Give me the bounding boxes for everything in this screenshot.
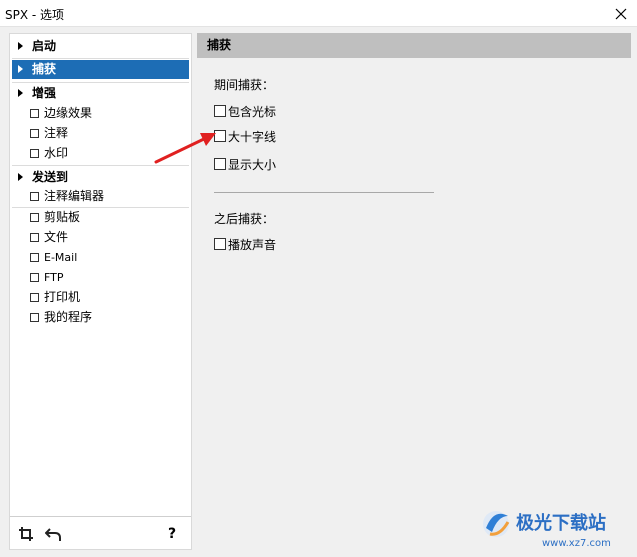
option-label: 显示大小: [228, 157, 277, 172]
window-title: SPX - 选项: [5, 8, 65, 22]
nav-item-annotation-editor[interactable]: 注释编辑器: [30, 187, 104, 206]
checkbox[interactable]: [214, 130, 226, 142]
option-crosshair[interactable]: 大十字线: [214, 127, 276, 145]
nav-item-label: 注释: [44, 126, 69, 140]
help-button[interactable]: ?: [162, 524, 182, 544]
checkbox-icon[interactable]: [30, 313, 39, 322]
panel-title: 捕获: [197, 33, 631, 58]
nav-header-capture[interactable]: 捕获: [12, 60, 189, 79]
nav-item-label: 边缘效果: [44, 106, 93, 120]
undo-button[interactable]: [44, 524, 64, 544]
checkbox-icon[interactable]: [30, 233, 39, 242]
nav-item-watermark[interactable]: 水印: [30, 144, 68, 163]
title-bar: SPX - 选项: [0, 0, 637, 27]
nav-item-my-program[interactable]: 我的程序: [30, 308, 92, 327]
nav-item-file[interactable]: 文件: [30, 228, 68, 247]
nav-header-label: 启动: [32, 39, 57, 53]
option-label: 大十字线: [228, 129, 277, 144]
nav-item-label: 打印机: [44, 290, 81, 304]
option-label: 播放声音: [228, 237, 277, 252]
nav-item-label: 我的程序: [44, 310, 93, 324]
undo-icon: [45, 528, 61, 541]
nav-item-border-effect[interactable]: 边缘效果: [30, 104, 92, 123]
divider: [12, 165, 189, 166]
checkbox-icon[interactable]: [30, 273, 39, 282]
nav-item-annotation[interactable]: 注释: [30, 124, 68, 143]
sidebar-footer-divider: [10, 516, 191, 517]
expand-arrow-icon: [18, 42, 23, 50]
close-icon: [615, 8, 627, 19]
nav-header-label: 发送到: [32, 170, 69, 184]
nav-header-label: 捕获: [32, 62, 57, 76]
section-divider: [214, 192, 434, 193]
help-icon: ?: [167, 526, 177, 542]
nav-item-label: E-Mail: [44, 251, 78, 264]
expand-arrow-icon: [18, 65, 23, 73]
expand-arrow-icon: [18, 173, 23, 181]
after-capture-label: 之后捕获：: [214, 212, 275, 226]
nav-item-label: 注释编辑器: [44, 189, 105, 203]
nav-item-clipboard[interactable]: 剪贴板: [30, 208, 80, 227]
checkbox-icon[interactable]: [30, 213, 39, 222]
expand-arrow-icon: [18, 89, 23, 97]
nav-item-printer[interactable]: 打印机: [30, 288, 80, 307]
checkbox-icon[interactable]: [30, 293, 39, 302]
checkbox-icon[interactable]: [30, 129, 39, 138]
nav-item-label: 剪贴板: [44, 210, 81, 224]
checkbox[interactable]: [214, 105, 226, 117]
nav-header-send-to[interactable]: 发送到: [12, 168, 189, 187]
checkbox-icon[interactable]: [30, 149, 39, 158]
nav-item-email[interactable]: E-Mail: [30, 248, 77, 267]
checkbox-icon[interactable]: [30, 109, 39, 118]
nav-header-enhance[interactable]: 增强: [12, 84, 189, 103]
capture-settings-panel: 捕获 期间捕获： 包含光标 大十字线 显示大小 之后捕获： 播放声音: [197, 33, 631, 550]
nav-item-ftp[interactable]: FTP: [30, 268, 64, 287]
crop-icon: [19, 527, 33, 541]
checkbox[interactable]: [214, 238, 226, 250]
nav-item-label: 水印: [44, 146, 69, 160]
divider: [12, 58, 189, 59]
nav-header-label: 增强: [32, 86, 57, 100]
during-capture-label: 期间捕获：: [214, 78, 275, 92]
checkbox[interactable]: [214, 158, 226, 170]
crop-button[interactable]: [16, 524, 36, 544]
option-show-size[interactable]: 显示大小: [214, 155, 276, 173]
close-button[interactable]: [605, 0, 637, 27]
checkbox-icon[interactable]: [30, 192, 39, 201]
checkbox-icon[interactable]: [30, 253, 39, 262]
nav-item-label: 文件: [44, 230, 69, 244]
option-include-cursor[interactable]: 包含光标: [214, 102, 276, 120]
option-label: 包含光标: [228, 104, 277, 119]
options-sidebar: 启动 捕获 增强 边缘效果 注释 水印 发送到 注释编辑器 剪贴板 文件 E-M…: [9, 33, 192, 550]
option-play-sound[interactable]: 播放声音: [214, 235, 276, 253]
nav-header-startup[interactable]: 启动: [12, 37, 189, 56]
nav-item-label: FTP: [44, 271, 64, 284]
divider: [12, 82, 189, 83]
